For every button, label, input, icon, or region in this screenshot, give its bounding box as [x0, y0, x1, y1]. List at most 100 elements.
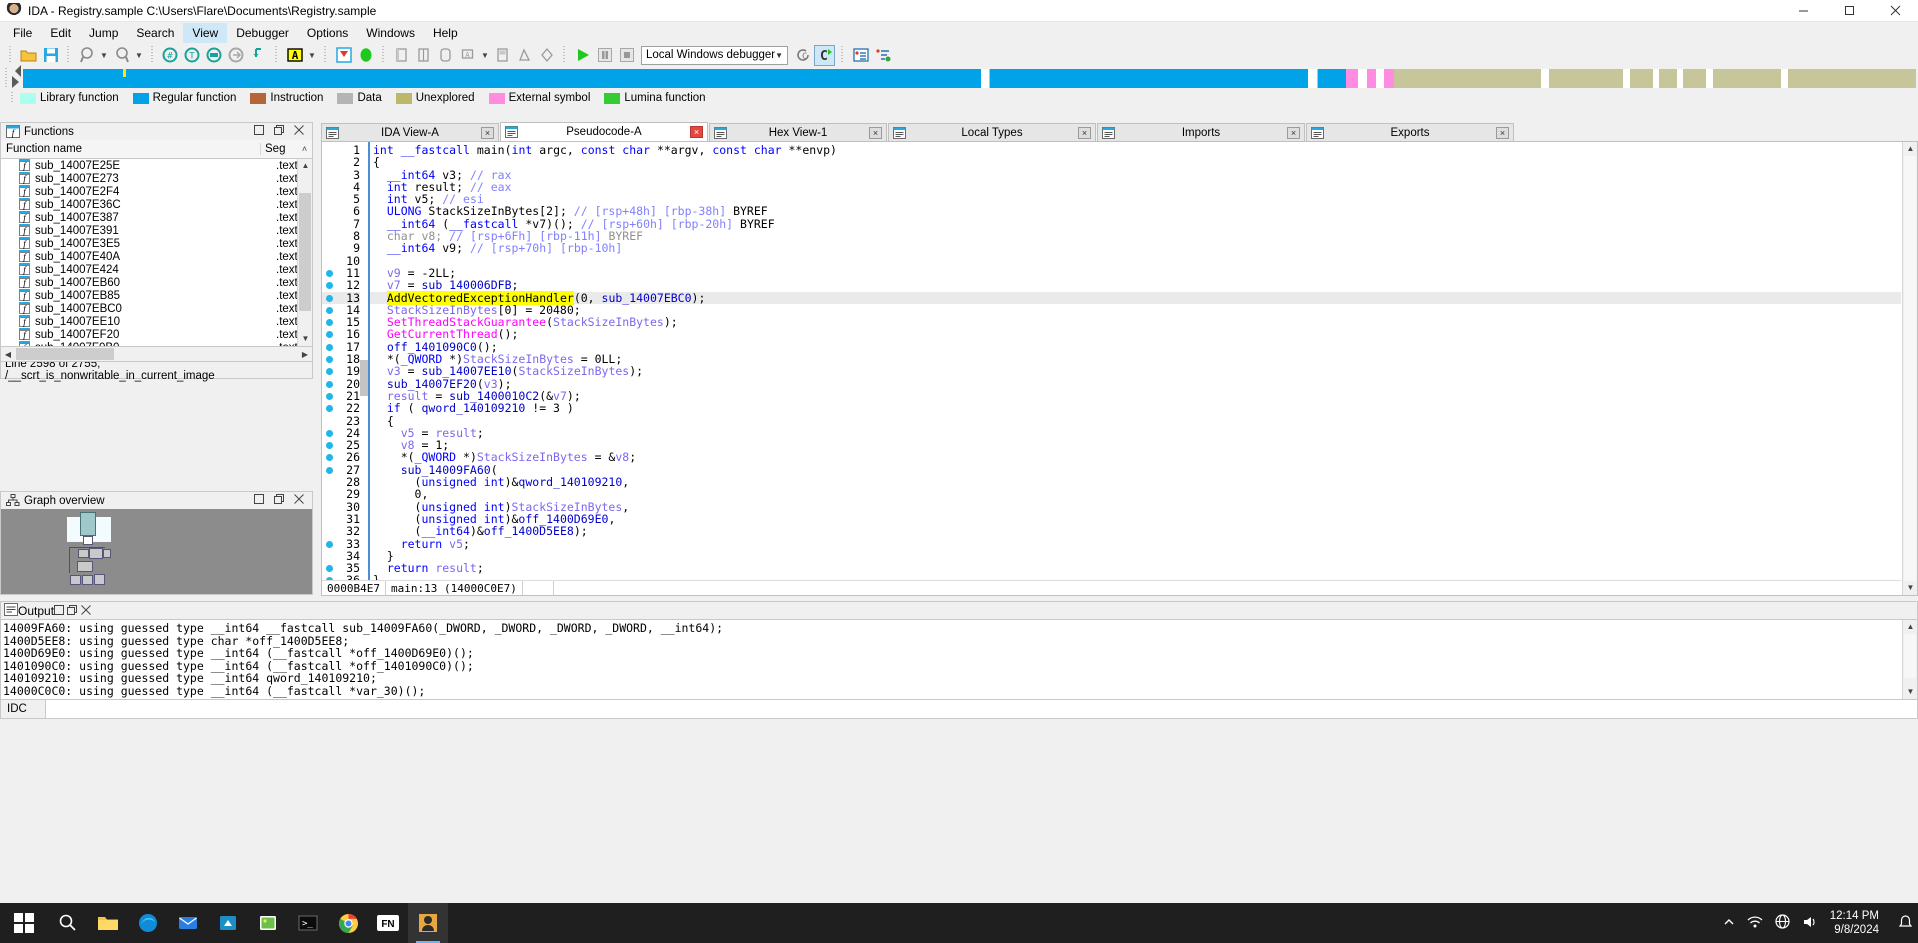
scroll-left-icon[interactable]: ◀: [1, 350, 15, 359]
table-row[interactable]: f sub_14007E3E5 .text: [1, 236, 312, 250]
highlight-icon[interactable]: A: [284, 45, 305, 66]
table-row[interactable]: f sub_14007E273 .text: [1, 171, 312, 185]
breakpoint-marker-icon[interactable]: [322, 464, 336, 476]
back-nav-dropdown-icon[interactable]: ▼: [98, 45, 110, 66]
pseudocode-line[interactable]: 11 v9 = -2LL;: [322, 267, 1901, 279]
array-dropdown-icon[interactable]: ▼: [479, 45, 491, 66]
restore-icon[interactable]: [67, 604, 78, 618]
run-to-cursor-icon[interactable]: [355, 45, 376, 66]
string-icon[interactable]: [514, 45, 535, 66]
table-row[interactable]: f sub_14007EF20 .text: [1, 327, 312, 341]
close-icon[interactable]: [80, 604, 91, 618]
nav-scroll-right-icon[interactable]: [12, 76, 19, 88]
navigator-scroll-arrows[interactable]: [10, 65, 23, 88]
tab-hex-view-1[interactable]: Hex View-1 ×: [709, 123, 887, 141]
scrollbar-thumb[interactable]: [1904, 156, 1916, 581]
menu-windows[interactable]: Windows: [357, 23, 424, 43]
pseudocode-line[interactable]: 22 if ( qword_140109210 != 3 ): [322, 402, 1901, 415]
breakpoint-marker-icon[interactable]: [322, 316, 336, 328]
mail-icon[interactable]: [168, 903, 208, 943]
tab-close-icon[interactable]: ×: [869, 126, 882, 139]
breakpoint-list-icon[interactable]: [333, 45, 354, 66]
watch-icon[interactable]: [850, 45, 871, 66]
store-icon[interactable]: [208, 903, 248, 943]
menu-options[interactable]: Options: [298, 23, 357, 43]
breakpoint-marker-icon[interactable]: [322, 304, 336, 316]
table-row[interactable]: f sub_14007EE10 .text: [1, 314, 312, 328]
output-log[interactable]: 14009FA60: using guessed type __int64 __…: [0, 620, 1918, 700]
chrome-icon[interactable]: [328, 903, 368, 943]
table-row[interactable]: f sub_14007E424 .text: [1, 262, 312, 276]
back-nav-icon[interactable]: [76, 45, 97, 66]
breakpoint-marker-icon[interactable]: [322, 378, 336, 390]
search-icon[interactable]: [48, 903, 88, 943]
restore-icon[interactable]: [274, 125, 284, 138]
scroll-up-icon[interactable]: ▲: [298, 159, 312, 173]
breakpoint-marker-icon[interactable]: [322, 353, 336, 365]
tab-close-icon[interactable]: ×: [481, 126, 494, 139]
breakpoint-marker-icon[interactable]: [322, 267, 336, 279]
functions-list[interactable]: f sub_14007E25E .text f sub_14007E273 .text f s…: [0, 159, 313, 347]
scrollbar-thumb[interactable]: [1904, 634, 1916, 678]
tab-ida-view-a[interactable]: IDA View-A ×: [321, 123, 499, 141]
idc-input[interactable]: [46, 700, 1918, 719]
functions-horizontal-scrollbar[interactable]: ◀ ▶: [0, 347, 313, 362]
table-row[interactable]: f sub_14007E391 .text: [1, 223, 312, 237]
add-watch-icon[interactable]: [872, 45, 893, 66]
ida-pro-icon[interactable]: [408, 903, 448, 943]
breakpoint-marker-icon[interactable]: [322, 402, 336, 414]
open-file-icon[interactable]: [18, 45, 39, 66]
globe-icon[interactable]: [1775, 914, 1790, 932]
scroll-up-icon[interactable]: ▲: [1903, 620, 1917, 634]
breakpoint-marker-icon[interactable]: [322, 451, 336, 463]
tab-pseudocode-a[interactable]: Pseudocode-A ×: [500, 122, 708, 141]
pseudocode-line[interactable]: 1 int __fastcall main(int argc, const cha…: [322, 144, 1901, 157]
close-button[interactable]: [1872, 0, 1918, 22]
close-icon[interactable]: [294, 125, 304, 138]
segment-icon[interactable]: [536, 45, 557, 66]
pseudocode-line[interactable]: 12 v7 = sub_140006DFB;: [322, 279, 1901, 292]
pseudocode-line[interactable]: 4 int result; // eax: [322, 181, 1901, 194]
array-icon[interactable]: A: [457, 45, 478, 66]
jump-icon[interactable]: [226, 45, 247, 66]
maximize-button[interactable]: [1826, 0, 1872, 22]
windows-start-icon[interactable]: [0, 903, 48, 943]
run-icon[interactable]: [572, 45, 593, 66]
stop-icon[interactable]: [616, 45, 637, 66]
column-seg[interactable]: Seg: [261, 143, 297, 155]
tab-local-types[interactable]: Local Types ×: [888, 123, 1096, 141]
network-icon[interactable]: [1747, 915, 1763, 932]
menu-search[interactable]: Search: [127, 23, 183, 43]
maximize-icon[interactable]: [254, 494, 264, 507]
table-row[interactable]: f sub_14007EB60 .text: [1, 275, 312, 289]
menu-edit[interactable]: Edit: [41, 23, 80, 43]
graph-overview-canvas[interactable]: [0, 509, 313, 595]
scrollbar-thumb[interactable]: [299, 193, 311, 311]
breakpoint-marker-icon[interactable]: [322, 390, 336, 402]
close-icon[interactable]: [294, 494, 304, 507]
menu-debugger[interactable]: Debugger: [227, 23, 298, 43]
text-search-icon[interactable]: T: [182, 45, 203, 66]
table-row[interactable]: f sub_14007E40A .text: [1, 249, 312, 263]
navigator-cursor[interactable]: [123, 68, 127, 77]
pseudocode-line[interactable]: 34 }: [322, 549, 1901, 562]
table-row[interactable]: f sub_14007E387 .text: [1, 210, 312, 224]
terminal-icon[interactable]: >_: [288, 903, 328, 943]
undefine-icon[interactable]: [492, 45, 513, 66]
restore-icon[interactable]: [274, 494, 284, 507]
breakpoint-marker-icon[interactable]: [322, 562, 336, 574]
output-vertical-scrollbar[interactable]: ▲ ▼: [1902, 620, 1917, 699]
pseudocode-line[interactable]: 28 (unsigned int)&qword_140109210,: [322, 476, 1901, 489]
scroll-down-icon[interactable]: ▼: [1903, 581, 1917, 595]
pseudocode-view[interactable]: 1 int __fastcall main(int argc, const cha…: [321, 141, 1918, 596]
functions-vertical-scrollbar[interactable]: ▲ ▼: [297, 159, 312, 346]
debugger-select[interactable]: Local Windows debugger ▼: [641, 45, 789, 65]
step-into-icon[interactable]: C: [814, 44, 836, 66]
breakpoint-marker-icon[interactable]: [322, 279, 336, 291]
menu-help[interactable]: Help: [424, 23, 467, 43]
pseudocode-line[interactable]: 3 __int64 v3; // rax: [322, 168, 1901, 181]
forward-nav-icon[interactable]: [111, 45, 132, 66]
breakpoint-marker-icon[interactable]: [322, 427, 336, 439]
pseudocode-text-area[interactable]: 1 int __fastcall main(int argc, const cha…: [322, 142, 1901, 595]
maximize-icon[interactable]: [254, 125, 264, 138]
